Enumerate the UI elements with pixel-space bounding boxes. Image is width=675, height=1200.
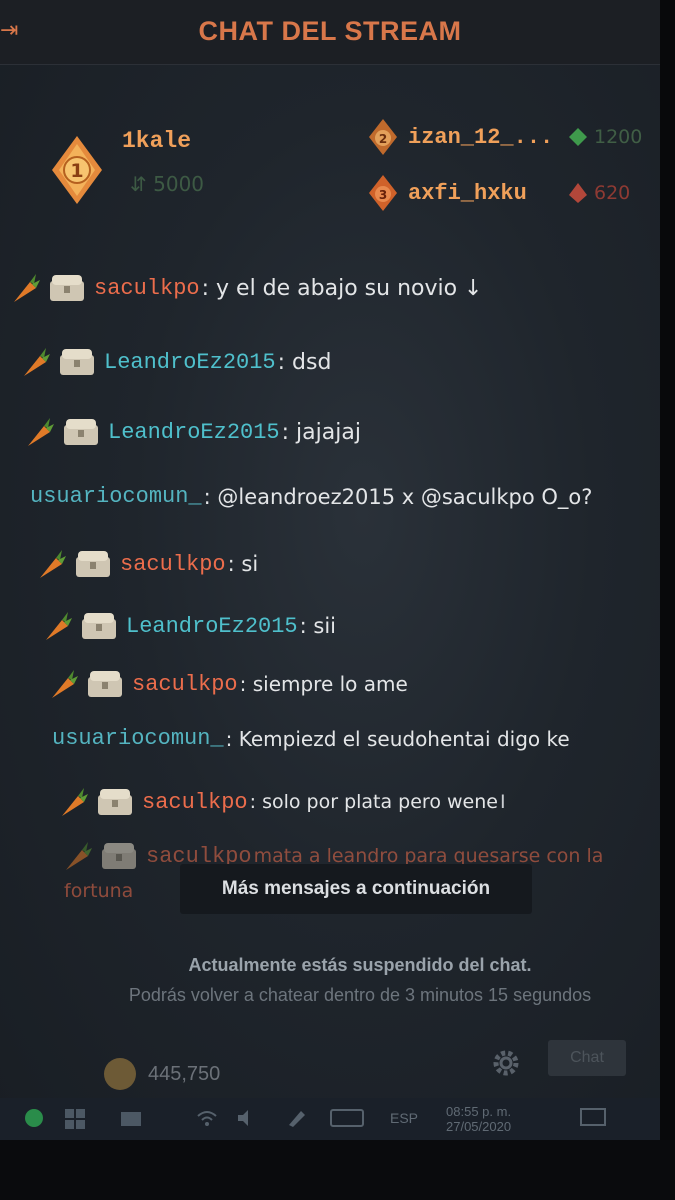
suspension-detail: Podrás volver a chatear dentro de 3 minu… <box>128 985 592 1005</box>
rank-3-number: 3 <box>379 188 387 202</box>
rank-1-number: 1 <box>70 160 83 182</box>
rank-2-badge-icon: 2 <box>369 119 397 155</box>
coin-icon <box>104 1058 136 1090</box>
chat-message: LeandroEz2015 : jajajaj <box>24 416 361 448</box>
monitor-bezel-right <box>660 0 675 1200</box>
text-cursor-icon: I <box>499 791 506 813</box>
carrot-badge-icon <box>46 612 72 640</box>
more-messages-button[interactable]: Más mensajes a continuación <box>180 864 532 914</box>
rank-1-score: ⇵ 5000 <box>130 172 205 196</box>
app-icon[interactable] <box>24 1108 44 1128</box>
chat-message: LeandroEz2015 : sii <box>42 610 336 642</box>
chat-header: ⇥ CHAT DEL STREAM <box>0 0 660 65</box>
carrot-badge-icon <box>40 550 66 578</box>
rank-3-badge-icon: 3 <box>369 175 397 211</box>
chat-text: : dsd <box>277 349 332 375</box>
chat-message-continuation: fortuna <box>64 880 133 902</box>
chat-text: : y el de abajo su novio ↓ <box>201 275 483 301</box>
rank-3-score: 620 <box>594 182 631 204</box>
chat-username[interactable]: LeandroEz2015 <box>104 350 276 375</box>
rank-3-row[interactable]: 3 axfi_hxku 620 <box>368 174 630 212</box>
chat-text: fortuna <box>64 880 134 902</box>
carrot-badge-icon <box>52 670 78 698</box>
coin-balance-value: 445,750 <box>148 1062 221 1085</box>
chat-text: : solo por plata pero wene <box>249 791 498 813</box>
chest-badge-icon <box>102 843 136 869</box>
chat-send-button[interactable]: Chat <box>548 1040 626 1076</box>
windows-icon[interactable] <box>64 1108 86 1130</box>
chat-username[interactable]: saculkpo <box>142 790 248 815</box>
suspension-notice: Actualmente estás suspendido del chat. P… <box>80 955 640 1008</box>
points-icon: ⇵ <box>130 172 147 196</box>
notifications-icon[interactable] <box>580 1108 606 1130</box>
chat-text: : siempre lo ame <box>239 672 408 696</box>
chat-title: CHAT DEL STREAM <box>198 16 462 46</box>
clock-date: 27/05/2020 <box>446 1119 512 1134</box>
carrot-badge-icon <box>62 788 88 816</box>
rank-2-row[interactable]: 2 izan_12_... 1200 <box>368 118 642 156</box>
rank-2-name: izan_12_... <box>408 124 554 150</box>
chat-text: : jajajaj <box>281 419 361 445</box>
rank-3-name: axfi_hxku <box>408 180 527 206</box>
chat-username[interactable]: saculkpo <box>94 276 200 301</box>
language-indicator[interactable]: ESP <box>390 1110 418 1126</box>
chat-username[interactable]: LeandroEz2015 <box>108 420 280 445</box>
chest-badge-icon <box>88 671 122 697</box>
chat-text: : @leandroez2015 x @saculkpo O_o? <box>203 484 593 509</box>
clock-time: 08:55 p. m. <box>446 1104 512 1119</box>
chat-username[interactable]: usuariocomun_ <box>30 484 202 509</box>
pen-icon[interactable] <box>286 1108 308 1128</box>
rank-2-number: 2 <box>379 132 387 146</box>
chat-text: : si <box>227 552 259 576</box>
chat-message: saculkpo : siempre lo ame <box>48 668 408 700</box>
coin-balance: 445,750 <box>104 1058 220 1090</box>
folder-icon[interactable] <box>120 1108 142 1128</box>
chest-badge-icon <box>50 275 84 301</box>
chat-username[interactable]: saculkpo <box>120 552 226 577</box>
carrot-badge-icon <box>24 348 50 376</box>
chat-message: usuariocomun_ : @leandroez2015 x @saculk… <box>30 484 592 509</box>
chat-text: : sii <box>299 614 337 638</box>
green-gem-icon <box>569 128 587 146</box>
rank-1-badge-icon: 1 <box>52 136 102 204</box>
chat-message: usuariocomun_ : Kempiezd el seudohentai … <box>52 726 570 751</box>
chest-badge-icon <box>82 613 116 639</box>
chest-badge-icon <box>76 551 110 577</box>
rank-2-score: 1200 <box>594 126 643 148</box>
keyboard-icon[interactable] <box>330 1108 364 1128</box>
system-clock[interactable]: 08:55 p. m. 27/05/2020 <box>446 1104 511 1134</box>
carrot-badge-icon <box>14 274 40 302</box>
monitor-bezel-bottom <box>0 1140 675 1200</box>
chat-text: : Kempiezd el seudohentai digo ke <box>225 726 570 751</box>
chat-message: saculkpo : solo por plata pero wene I <box>58 786 506 818</box>
chat-username[interactable]: saculkpo <box>132 672 238 697</box>
chat-username[interactable]: usuariocomun_ <box>52 726 224 751</box>
chest-badge-icon <box>64 419 98 445</box>
carrot-badge-icon <box>28 418 54 446</box>
rank-1-name[interactable]: 1kale <box>122 128 191 154</box>
stream-chat-screen: ⇥ CHAT DEL STREAM 1 1kale ⇵ 5000 2 izan_… <box>0 0 660 1140</box>
chat-message: saculkpo : y el de abajo su novio ↓ <box>10 272 483 304</box>
chat-message: LeandroEz2015 : dsd <box>20 346 331 378</box>
red-gem-icon <box>569 183 587 203</box>
volume-icon[interactable] <box>236 1108 258 1128</box>
wifi-icon[interactable] <box>196 1108 218 1128</box>
suspension-title: Actualmente estás suspendido del chat. <box>188 955 532 975</box>
chest-badge-icon <box>60 349 94 375</box>
chat-username[interactable]: LeandroEz2015 <box>126 614 298 639</box>
chest-badge-icon <box>98 789 132 815</box>
gear-icon[interactable] <box>490 1047 522 1079</box>
chat-message: saculkpo : si <box>36 548 258 580</box>
carrot-badge-icon <box>66 842 92 870</box>
